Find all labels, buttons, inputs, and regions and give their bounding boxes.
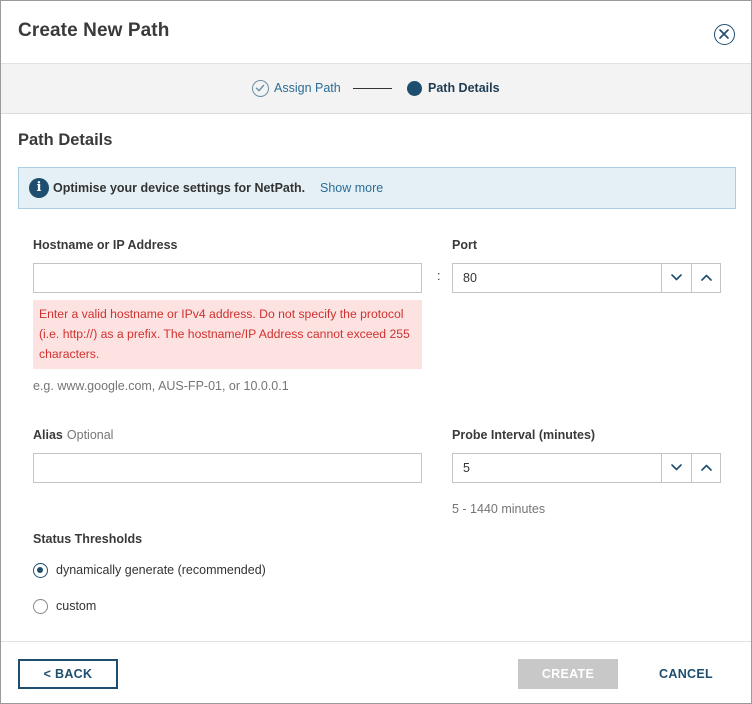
close-icon bbox=[719, 29, 729, 39]
section-title: Path Details bbox=[18, 131, 113, 149]
hostname-hint: e.g. www.google.com, AUS-FP-01, or 10.0.… bbox=[33, 379, 289, 393]
dialog-title: Create New Path bbox=[18, 20, 170, 41]
cancel-button[interactable]: CANCEL bbox=[646, 659, 726, 689]
probe-interval-label: Probe Interval (minutes) bbox=[452, 428, 596, 442]
alias-label: Alias Optional bbox=[33, 428, 113, 442]
chevron-up-icon bbox=[701, 464, 712, 471]
port-label: Port bbox=[452, 238, 477, 252]
probe-interval-value[interactable]: 5 bbox=[463, 461, 470, 475]
back-button[interactable]: < BACK bbox=[18, 659, 118, 689]
info-banner: i Optimise your device settings for NetP… bbox=[18, 167, 736, 209]
port-stepper[interactable]: 80 bbox=[452, 263, 721, 293]
wizard-stepper: Assign Path Path Details bbox=[1, 63, 751, 114]
radio-dynamic-label[interactable]: dynamically generate (recommended) bbox=[56, 563, 266, 577]
dialog-header: Create New Path bbox=[1, 1, 751, 63]
create-button[interactable]: CREATE bbox=[518, 659, 618, 689]
close-button[interactable] bbox=[714, 24, 735, 45]
chevron-down-icon bbox=[671, 274, 682, 281]
port-separator: : bbox=[437, 269, 441, 283]
probe-interval-increment-button[interactable] bbox=[691, 454, 721, 482]
radio-custom[interactable] bbox=[33, 599, 48, 614]
hostname-label: Hostname or IP Address bbox=[33, 238, 178, 252]
radio-dynamic[interactable] bbox=[33, 563, 48, 578]
probe-interval-stepper[interactable]: 5 bbox=[452, 453, 721, 483]
step-path-details: Path Details bbox=[428, 81, 500, 95]
port-increment-button[interactable] bbox=[691, 264, 721, 292]
current-step-icon bbox=[407, 81, 422, 96]
port-decrement-button[interactable] bbox=[661, 264, 691, 292]
alias-optional-text: Optional bbox=[66, 428, 114, 442]
chevron-down-icon bbox=[671, 464, 682, 471]
info-text: Optimise your device settings for NetPat… bbox=[53, 181, 306, 195]
probe-interval-decrement-button[interactable] bbox=[661, 454, 691, 482]
info-icon: i bbox=[29, 178, 49, 198]
radio-custom-label[interactable]: custom bbox=[56, 599, 96, 613]
port-value[interactable]: 80 bbox=[463, 271, 477, 285]
alias-label-text: Alias bbox=[33, 428, 63, 442]
probe-interval-hint: 5 - 1440 minutes bbox=[452, 502, 546, 516]
check-circle-icon bbox=[252, 80, 269, 97]
dialog-footer: < BACK CREATE CANCEL bbox=[1, 641, 751, 703]
show-more-link[interactable]: Show more bbox=[320, 181, 383, 195]
create-path-dialog: Create New Path Assign Path Path Details… bbox=[0, 0, 752, 704]
status-thresholds-label: Status Thresholds bbox=[33, 532, 143, 546]
hostname-error: Enter a valid hostname or IPv4 address. … bbox=[33, 300, 422, 369]
chevron-up-icon bbox=[701, 274, 712, 281]
step-assign-path[interactable]: Assign Path bbox=[274, 81, 341, 95]
hostname-input[interactable] bbox=[33, 263, 422, 293]
step-connector bbox=[353, 88, 392, 89]
alias-input[interactable] bbox=[33, 453, 422, 483]
